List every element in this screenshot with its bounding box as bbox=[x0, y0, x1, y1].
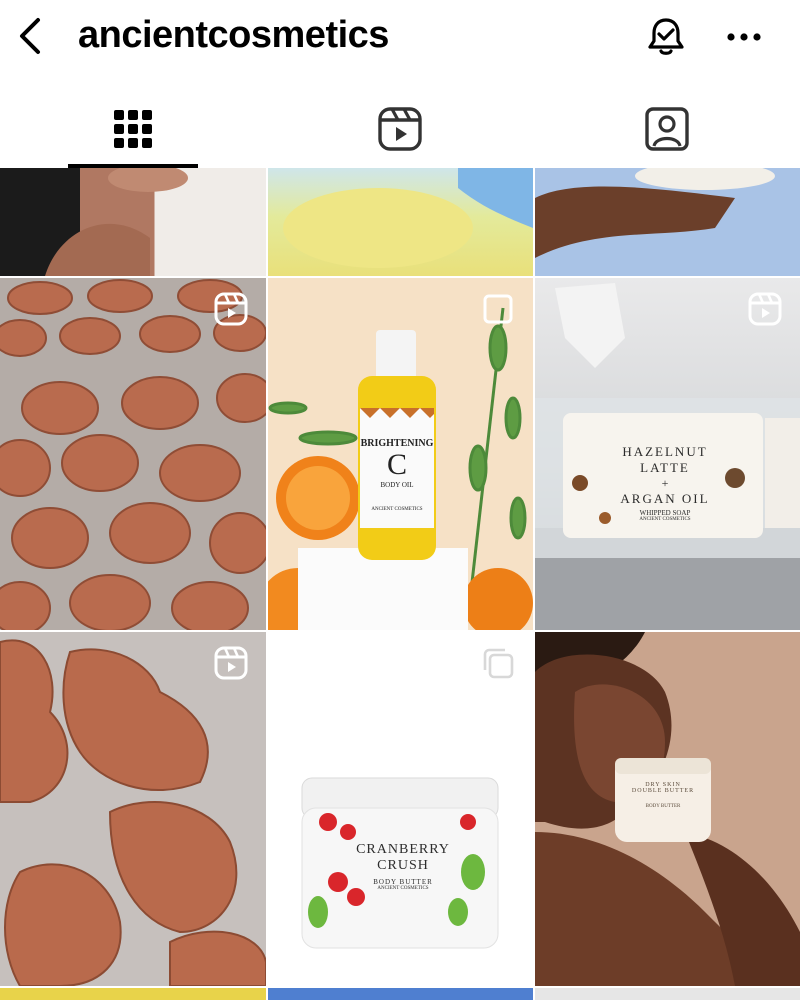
post-thumbnail[interactable]: BRIGHTENING C BODY OIL ANCIENT COSMETICS bbox=[268, 278, 533, 630]
post-thumbnail[interactable] bbox=[0, 168, 266, 276]
post-image bbox=[535, 632, 800, 986]
post-image bbox=[0, 632, 266, 986]
bell-check-icon bbox=[648, 18, 684, 55]
reel-badge-icon bbox=[214, 292, 248, 326]
product-subtitle: BODY OIL bbox=[380, 481, 414, 489]
post-image bbox=[45, 168, 188, 276]
tab-reels[interactable] bbox=[335, 90, 465, 168]
chevron-left-icon bbox=[20, 18, 40, 54]
product-title-line2: LATTE bbox=[640, 460, 690, 475]
profile-header: ancientcosmetics bbox=[0, 0, 800, 72]
post-thumbnail[interactable] bbox=[535, 168, 800, 276]
carousel-icon bbox=[483, 648, 514, 679]
product-title-line2: CRUSH bbox=[377, 858, 429, 873]
product-subtitle: BODY BUTTER bbox=[645, 804, 681, 809]
reels-icon bbox=[378, 107, 422, 151]
product-label: DRY SKIN DOUBLE BUTTER BODY BUTTER bbox=[619, 782, 707, 809]
product-title: HAZELNUT bbox=[622, 444, 708, 459]
product-title-line3: ARGAN OIL bbox=[620, 491, 710, 506]
product-label: CRANBERRY CRUSH BODY BUTTER ANCIENT COSM… bbox=[348, 842, 458, 891]
product-brand: ANCIENT COSMETICS bbox=[371, 507, 423, 512]
posts-grid: BRIGHTENING C BODY OIL ANCIENT COSMETICS… bbox=[0, 168, 800, 1000]
more-options-button[interactable] bbox=[720, 14, 768, 60]
post-thumbnail[interactable] bbox=[268, 168, 533, 276]
product-label: BRIGHTENING C BODY OIL ANCIENT COSMETICS bbox=[360, 438, 434, 512]
image-post-icon bbox=[483, 294, 513, 324]
post-thumbnail[interactable]: HAZELNUT LATTE + ARGAN OIL WHIPPED SOAP … bbox=[535, 278, 800, 630]
reel-badge-icon bbox=[214, 646, 248, 680]
product-subtitle: WHIPPED SOAP bbox=[639, 509, 691, 517]
product-title: CRANBERRY bbox=[356, 842, 450, 857]
grid-icon bbox=[114, 110, 152, 148]
product-brand: ANCIENT COSMETICS bbox=[377, 886, 429, 891]
post-image bbox=[283, 168, 533, 268]
tab-tagged[interactable] bbox=[602, 90, 732, 168]
product-title-line2: DOUBLE BUTTER bbox=[631, 788, 695, 794]
post-thumbnail[interactable] bbox=[0, 988, 266, 1000]
post-image bbox=[268, 632, 533, 986]
product-label: HAZELNUT LATTE + ARGAN OIL WHIPPED SOAP … bbox=[585, 444, 745, 522]
post-thumbnail[interactable] bbox=[535, 988, 800, 1000]
product-plus: + bbox=[661, 476, 669, 490]
product-letter: C bbox=[386, 448, 407, 481]
post-thumbnail[interactable]: CRANBERRY CRUSH BODY BUTTER ANCIENT COSM… bbox=[268, 632, 533, 986]
reel-badge-icon bbox=[748, 292, 782, 326]
product-subtitle: BODY BUTTER bbox=[373, 878, 433, 886]
tab-posts-grid[interactable] bbox=[68, 90, 198, 168]
ellipsis-icon bbox=[727, 33, 761, 41]
profile-username: ancientcosmetics bbox=[78, 14, 389, 56]
post-thumbnail[interactable] bbox=[0, 632, 266, 986]
profile-tabs bbox=[0, 90, 800, 168]
post-thumbnail[interactable] bbox=[0, 278, 266, 630]
post-thumbnail[interactable]: DRY SKIN DOUBLE BUTTER BODY BUTTER bbox=[535, 632, 800, 986]
post-thumbnail[interactable] bbox=[268, 988, 533, 1000]
product-brand: ANCIENT COSMETICS bbox=[639, 517, 691, 522]
post-image bbox=[0, 278, 266, 630]
back-button[interactable] bbox=[14, 14, 48, 58]
tagged-person-icon bbox=[645, 107, 689, 151]
post-image bbox=[535, 168, 775, 258]
notifications-button[interactable] bbox=[642, 14, 690, 60]
